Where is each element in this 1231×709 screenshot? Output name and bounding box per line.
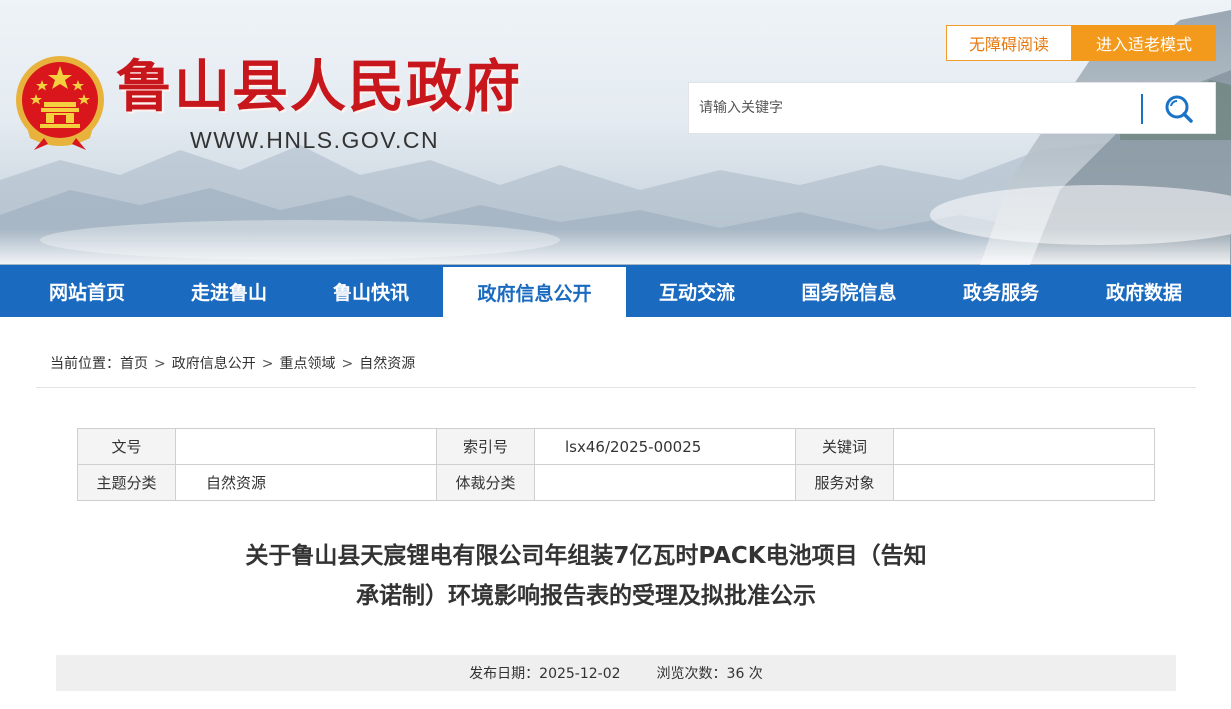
view-count: 浏览次数：36 次 [656,666,763,682]
meta-label-genre: 体裁分类 [436,464,535,501]
national-emblem-icon [16,56,104,150]
breadcrumb: 当前位置：首页 > 政府信息公开 > 重点领域 > 自然资源 [50,353,415,373]
article-info-bar: 发布日期：2025-12-02 浏览次数：36 次 [56,655,1176,691]
nav-item-interaction[interactable]: 互动交流 [626,265,768,317]
breadcrumb-divider [36,387,1196,388]
meta-label-index-number: 索引号 [436,428,535,465]
main-nav: 网站首页 走进鲁山 鲁山快讯 政府信息公开 互动交流 国务院信息 政务服务 政府… [0,265,1231,317]
article-title-line-2: 承诺制）环境影响报告表的受理及拟批准公示 [356,583,816,609]
search-input[interactable] [689,83,1139,133]
meta-value-keywords [893,428,1155,465]
table-row: 文号 索引号 lsx46/2025-00025 关键词 [77,428,1155,465]
nav-item-news[interactable]: 鲁山快讯 [300,265,442,317]
breadcrumb-separator: > [341,356,354,372]
document-meta-table: 文号 索引号 lsx46/2025-00025 关键词 主题分类 自然资源 体裁… [77,428,1155,501]
breadcrumb-link-gov-info[interactable]: 政府信息公开 [172,356,256,372]
article-title: 关于鲁山县天宸锂电有限公司年组装7亿瓦时PACK电池项目（告知 承诺制）环境影响… [236,536,936,616]
table-row: 主题分类 自然资源 体裁分类 服务对象 [77,464,1155,501]
accessibility-button[interactable]: 无障碍阅读 [946,25,1072,61]
meta-value-topic: 自然资源 [175,464,437,501]
meta-value-doc-number [175,428,437,465]
meta-label-topic: 主题分类 [77,464,176,501]
breadcrumb-separator: > [261,356,274,372]
main-content: 当前位置：首页 > 政府信息公开 > 重点领域 > 自然资源 文号 索引号 lsx46/20… [16,317,1215,709]
meta-label-doc-number: 文号 [77,428,176,465]
elder-mode-button[interactable]: 进入适老模式 [1072,25,1216,61]
breadcrumb-link-natural-resources[interactable]: 自然资源 [359,356,415,372]
meta-label-keywords: 关键词 [795,428,894,465]
search-box [688,82,1216,134]
site-title: 鲁山县人民政府 [116,54,522,120]
breadcrumb-link-key-areas[interactable]: 重点领域 [279,356,335,372]
breadcrumb-prefix: 当前位置： [50,356,120,372]
breadcrumb-link-home[interactable]: 首页 [120,356,148,372]
nav-item-about[interactable]: 走进鲁山 [158,265,300,317]
nav-item-data[interactable]: 政府数据 [1072,265,1216,317]
search-divider [1141,94,1143,124]
meta-label-audience: 服务对象 [795,464,894,501]
breadcrumb-separator: > [154,356,166,372]
nav-item-gov-info[interactable]: 政府信息公开 [443,267,626,317]
meta-value-audience [893,464,1155,501]
nav-item-home[interactable]: 网站首页 [16,265,158,317]
meta-value-index-number: lsx46/2025-00025 [534,428,796,465]
header-banner: 鲁山县人民政府 WWW.HNLS.GOV.CN 无障碍阅读 进入适老模式 [0,0,1231,265]
site-url: WWW.HNLS.GOV.CN [190,127,440,153]
meta-value-genre [534,464,796,501]
search-icon[interactable] [1159,92,1199,126]
nav-item-state-council[interactable]: 国务院信息 [768,265,930,317]
publish-date: 发布日期：2025-12-02 [469,666,621,682]
article-title-line-1: 关于鲁山县天宸锂电有限公司年组装7亿瓦时PACK电池项目（告知 [245,543,927,569]
nav-item-services[interactable]: 政务服务 [930,265,1072,317]
